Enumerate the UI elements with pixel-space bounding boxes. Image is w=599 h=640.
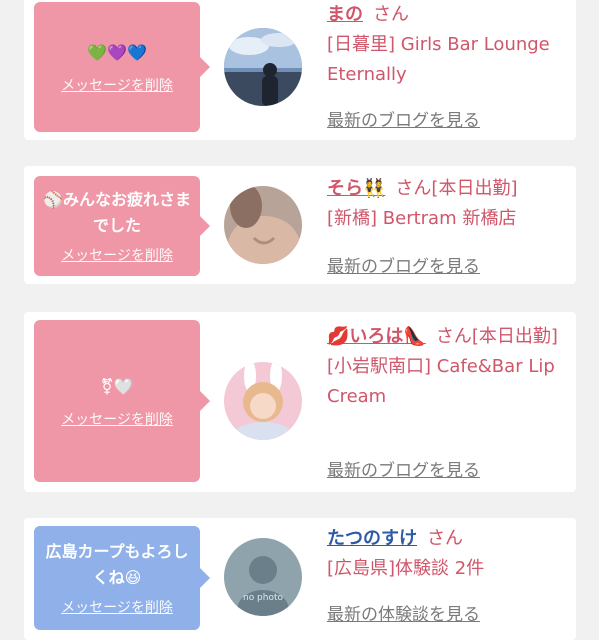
name-suffix: さん[本日出勤] [395,178,518,199]
message-bubble: ⚧🤍 メッセージを削除 [34,320,210,482]
name-suffix: さん[本日出勤] [435,326,558,347]
message-card: ⚧🤍 メッセージを削除 💋いろは👠 さん[本日出勤] [小岩駅南口] Cafe&B… [24,312,576,492]
delete-message-link[interactable]: メッセージを削除 [61,409,173,429]
cast-info: そら👯 さん[本日出勤] [新橋] Bertram 新橋店 [327,174,568,234]
review-count-link[interactable]: [広島県]体験談 2件 [327,558,484,579]
user-name-link[interactable]: たつのすけ [327,528,417,549]
latest-blog-link[interactable]: 最新のブログを見る [327,252,480,277]
cast-name-link[interactable]: 💋いろは👠 [327,326,426,347]
message-text: ⚧🤍 [100,377,134,396]
avatar[interactable] [224,186,302,264]
delete-message-link[interactable]: メッセージを削除 [61,597,173,617]
delete-message-link[interactable]: メッセージを削除 [61,75,173,95]
cast-name-link[interactable]: まの [327,4,363,25]
message-card: 広島カープもよろしくね😆 メッセージを削除 no photo たつのすけ さん [… [24,518,576,640]
avatar[interactable] [224,28,302,106]
cast-info: たつのすけ さん [広島県]体験談 2件 [327,524,568,584]
shop-name[interactable]: [新橋] Bertram 新橋店 [327,208,516,229]
name-suffix: さん [427,528,463,549]
latest-review-link[interactable]: 最新の体験談を見る [327,600,480,625]
message-bubble: ⚾みんなお疲れさまでした メッセージを削除 [34,176,210,276]
no-photo-label: no photo [243,593,284,603]
delete-message-link[interactable]: メッセージを削除 [61,245,173,265]
avatar[interactable]: no photo [224,538,302,616]
message-card: 💚💜💙 メッセージを削除 まの さん [日暮里] Girls Bar Lounge… [24,0,576,140]
shop-name[interactable]: [小岩駅南口] Cafe&Bar Lip Cream [327,356,555,407]
message-text: ⚾みんなお疲れさまでした [43,190,191,235]
latest-blog-link[interactable]: 最新のブログを見る [327,456,480,481]
name-suffix: さん [373,4,409,25]
avatar[interactable] [224,362,302,440]
cast-info: まの さん [日暮里] Girls Bar Lounge Eternally [327,0,568,90]
cast-name-link[interactable]: そら👯 [327,178,385,199]
message-bubble: 💚💜💙 メッセージを削除 [34,2,210,132]
latest-blog-link[interactable]: 最新のブログを見る [327,106,480,131]
shop-name[interactable]: [日暮里] Girls Bar Lounge Eternally [327,34,550,85]
message-bubble: 広島カープもよろしくね😆 メッセージを削除 [34,526,210,630]
cast-info: 💋いろは👠 さん[本日出勤] [小岩駅南口] Cafe&Bar Lip Cream [327,322,568,412]
message-text: 💚💜💙 [87,43,147,62]
message-text: 広島カープもよろしくね😆 [45,542,189,587]
message-card: ⚾みんなお疲れさまでした メッセージを削除 そら👯 さん[本日出勤] [新橋] B… [24,166,576,284]
